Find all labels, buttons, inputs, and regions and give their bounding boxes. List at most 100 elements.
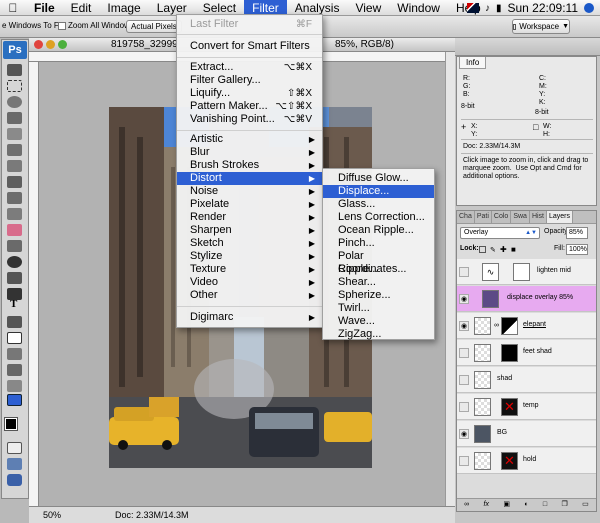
fx-icon[interactable]: fx bbox=[484, 499, 489, 511]
zoom-all-checkbox[interactable] bbox=[58, 21, 66, 30]
layer-visibility-toggle[interactable] bbox=[459, 402, 469, 412]
layer-mask-thumbnail[interactable] bbox=[501, 317, 518, 335]
layer-visibility-toggle[interactable] bbox=[459, 456, 469, 466]
quick-mask-icon[interactable] bbox=[7, 442, 22, 454]
layer-name[interactable]: shad bbox=[497, 375, 512, 382]
menu-item-stylize[interactable]: Stylize ▶ bbox=[177, 250, 322, 263]
tab-paths[interactable]: Pati bbox=[475, 211, 492, 223]
bridge-icon[interactable] bbox=[7, 474, 22, 486]
link-icon[interactable]: ∞ bbox=[464, 499, 469, 511]
submenu-item-glass[interactable]: Glass... bbox=[323, 198, 434, 211]
eye-icon[interactable]: ◉ bbox=[459, 429, 469, 439]
lock-transparency-icon[interactable] bbox=[479, 246, 486, 253]
submenu-item-pinch[interactable]: Pinch... bbox=[323, 237, 434, 250]
spotlight-icon[interactable] bbox=[584, 3, 594, 13]
layer-name[interactable]: BG bbox=[497, 429, 507, 436]
vertical-scrollbar[interactable] bbox=[445, 52, 455, 506]
menu-item-liquify[interactable]: Liquify... ⇧⌘X bbox=[177, 87, 322, 100]
vertical-ruler[interactable] bbox=[29, 62, 39, 506]
layer-row[interactable]: ✕ hold bbox=[457, 448, 596, 474]
submenu-item-polar-coordinates[interactable]: Polar Coordinates... bbox=[323, 250, 434, 275]
marquee-tool-icon[interactable] bbox=[7, 80, 22, 92]
healing-brush-tool-icon[interactable] bbox=[7, 160, 22, 172]
eye-icon[interactable]: ◉ bbox=[459, 321, 469, 331]
layer-visibility-toggle[interactable] bbox=[459, 267, 469, 277]
layer-thumbnail[interactable] bbox=[474, 398, 491, 416]
menu-item-render[interactable]: Render ▶ bbox=[177, 211, 322, 224]
volume-icon[interactable]: ♪ bbox=[485, 3, 490, 14]
layer-thumbnail[interactable] bbox=[474, 317, 491, 335]
tab-history[interactable]: Hist bbox=[530, 211, 547, 223]
flag-icon[interactable] bbox=[466, 3, 479, 13]
menu-item-video[interactable]: Video ▶ bbox=[177, 276, 322, 289]
submenu-item-shear[interactable]: Shear... bbox=[323, 276, 434, 289]
zoom-window-icon[interactable] bbox=[58, 40, 67, 49]
layer-thumbnail[interactable] bbox=[474, 344, 491, 362]
screen-mode-icon[interactable] bbox=[7, 458, 22, 470]
resize-windows-option[interactable]: e Windows To Fit bbox=[2, 21, 63, 30]
dodge-tool-icon[interactable] bbox=[7, 272, 22, 284]
new-layer-icon[interactable]: ❐ bbox=[562, 499, 568, 511]
blur-tool-icon[interactable] bbox=[7, 256, 22, 268]
layer-name[interactable]: feet shad bbox=[523, 348, 552, 355]
zoom-all-windows-option[interactable]: Zoom All Windows bbox=[58, 21, 134, 30]
lasso-tool-icon[interactable] bbox=[7, 96, 22, 108]
menu-item-extract[interactable]: Extract... ⌥⌘X bbox=[177, 61, 322, 74]
layer-thumbnail[interactable] bbox=[474, 425, 491, 443]
slice-tool-icon[interactable] bbox=[7, 144, 22, 156]
foreground-color-swatch[interactable] bbox=[4, 417, 18, 431]
type-tool-icon[interactable]: T bbox=[10, 298, 20, 310]
zoom-tool-icon[interactable] bbox=[7, 394, 22, 406]
menu-view[interactable]: View bbox=[347, 0, 389, 16]
panel-dock-header[interactable] bbox=[455, 38, 600, 56]
tab-channels[interactable]: Cha bbox=[457, 211, 475, 223]
layer-row[interactable]: ∿ lighten mid bbox=[457, 259, 596, 285]
zoom-level[interactable]: 50% bbox=[43, 510, 61, 520]
menu-item-digimarc[interactable]: Digimarc ▶ bbox=[177, 311, 322, 324]
menu-file[interactable]: File bbox=[26, 0, 63, 16]
eye-icon[interactable]: ◉ bbox=[459, 294, 469, 304]
actual-pixels-button[interactable]: Actual Pixels bbox=[126, 20, 182, 33]
menu-item-artistic[interactable]: Artistic ▶ bbox=[177, 133, 322, 146]
tab-layers[interactable]: Layers bbox=[547, 211, 574, 223]
menu-item-pattern-maker[interactable]: Pattern Maker... ⌥⇧⌘X bbox=[177, 100, 322, 113]
layer-name[interactable]: hold bbox=[523, 456, 536, 463]
submenu-item-displace[interactable]: Displace... bbox=[323, 185, 434, 198]
submenu-item-ripple[interactable]: Ripple... bbox=[323, 263, 434, 276]
close-window-icon[interactable] bbox=[34, 40, 43, 49]
layer-name[interactable]: displace overlay 85% bbox=[507, 294, 573, 301]
opacity-field[interactable]: 85% bbox=[566, 227, 588, 239]
menu-item-convert-smart-filters[interactable]: Convert for Smart Filters bbox=[177, 40, 322, 53]
layer-visibility-toggle[interactable] bbox=[459, 375, 469, 385]
submenu-item-lens-correction[interactable]: Lens Correction... bbox=[323, 211, 434, 224]
move-tool-icon[interactable] bbox=[7, 64, 22, 76]
notes-tool-icon[interactable] bbox=[7, 348, 22, 360]
lock-image-icon[interactable]: ✎ bbox=[490, 246, 496, 254]
document-size[interactable]: Doc: 2.33M/14.3M bbox=[115, 510, 189, 520]
shape-tool-icon[interactable] bbox=[7, 332, 22, 344]
eyedropper-tool-icon[interactable] bbox=[7, 364, 22, 376]
submenu-item-zigzag[interactable]: ZigZag... bbox=[323, 328, 434, 341]
path-selection-tool-icon[interactable] bbox=[7, 316, 22, 328]
tab-swatches[interactable]: Swa bbox=[511, 211, 530, 223]
layer-row[interactable]: feet shad bbox=[457, 340, 596, 366]
history-brush-tool-icon[interactable] bbox=[7, 208, 22, 220]
mask-icon[interactable]: ▣ bbox=[503, 499, 510, 511]
menu-item-noise[interactable]: Noise ▶ bbox=[177, 185, 322, 198]
lock-position-icon[interactable]: ✚ bbox=[500, 245, 507, 254]
info-tab[interactable]: Info bbox=[459, 57, 487, 69]
tab-color[interactable]: Colo bbox=[492, 211, 512, 223]
menu-item-sketch[interactable]: Sketch ▶ bbox=[177, 237, 322, 250]
layer-mask-thumbnail[interactable] bbox=[513, 263, 530, 281]
clone-stamp-tool-icon[interactable] bbox=[7, 192, 22, 204]
layer-mask-thumbnail[interactable]: ✕ bbox=[501, 452, 518, 470]
layer-mask-thumbnail[interactable] bbox=[501, 344, 518, 362]
battery-icon[interactable]: ▮ bbox=[496, 3, 502, 14]
lock-all-icon[interactable]: ■ bbox=[511, 245, 516, 254]
menu-window[interactable]: Window bbox=[389, 0, 448, 16]
hand-tool-icon[interactable] bbox=[7, 380, 22, 392]
menu-item-filter-gallery[interactable]: Filter Gallery... bbox=[177, 74, 322, 87]
crop-tool-icon[interactable] bbox=[7, 128, 22, 140]
eraser-tool-icon[interactable] bbox=[7, 224, 22, 236]
workspace-button[interactable]: Workspace ▼ bbox=[512, 19, 570, 34]
